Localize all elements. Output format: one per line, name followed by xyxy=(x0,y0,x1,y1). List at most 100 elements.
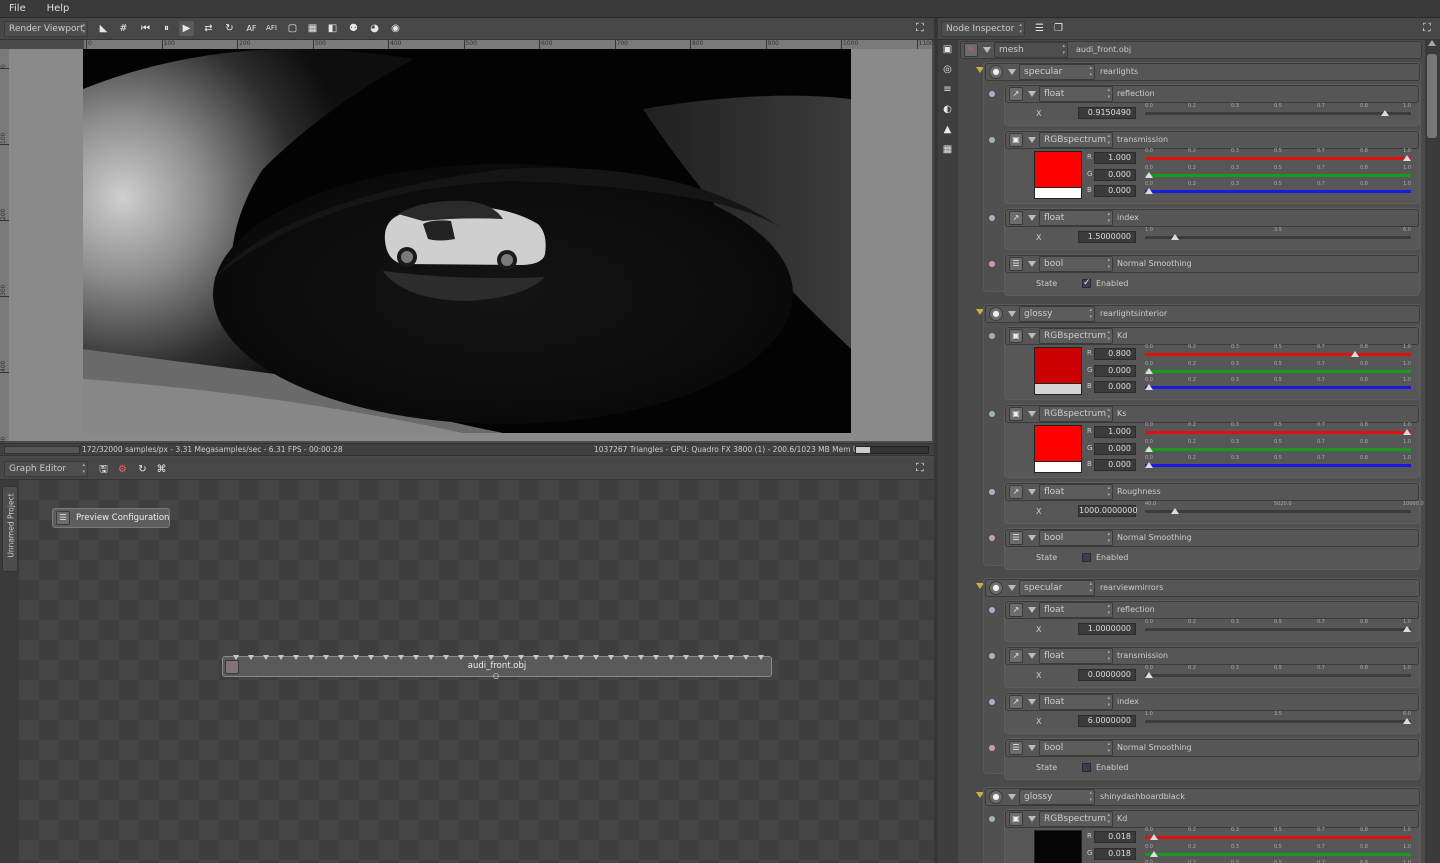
input-socket[interactable] xyxy=(458,655,464,660)
input-socket[interactable] xyxy=(563,655,569,660)
connection-dot[interactable] xyxy=(989,653,995,659)
value-field[interactable]: 1.5000000 xyxy=(1078,231,1136,243)
input-socket[interactable] xyxy=(653,655,659,660)
channel-b-slider[interactable]: 0.0 0.2 0.3 0.5 0.7 0.8 1.0 xyxy=(1145,377,1411,390)
node-type-icon[interactable]: ↗ xyxy=(1009,485,1023,499)
channel-b-field[interactable]: 0.000 xyxy=(1094,459,1136,471)
slider-thumb[interactable] xyxy=(1145,445,1153,452)
node-type-icon[interactable]: ▣ xyxy=(1009,329,1023,343)
value-field[interactable]: 0.0000000 xyxy=(1078,669,1136,681)
input-socket[interactable] xyxy=(398,655,404,660)
collapse-icon[interactable] xyxy=(983,47,991,53)
connection-dot[interactable] xyxy=(989,411,995,417)
slider-thumb[interactable] xyxy=(1145,384,1153,390)
output-socket[interactable] xyxy=(493,673,499,679)
input-socket[interactable] xyxy=(323,655,329,660)
channel-r-slider[interactable]: 0.0 0.2 0.3 0.5 0.7 0.8 1.0 xyxy=(1145,148,1411,161)
RGBspectrum-type-selector[interactable]: RGBspectrum xyxy=(1039,811,1113,827)
input-socket[interactable] xyxy=(308,655,314,660)
input-socket[interactable] xyxy=(263,655,269,660)
collapse-icon[interactable] xyxy=(1028,607,1036,613)
collapse-icon[interactable] xyxy=(1028,261,1036,267)
input-socket[interactable] xyxy=(728,655,734,660)
value-slider[interactable]: 40.0 5020.0 10000.0 xyxy=(1145,501,1424,514)
windows-icon[interactable]: ❐ xyxy=(1051,21,1066,36)
collapse-all-icon[interactable]: ☰ xyxy=(1032,21,1047,36)
input-socket[interactable] xyxy=(383,655,389,660)
node-type-icon[interactable]: ☰ xyxy=(1009,531,1023,545)
input-socket[interactable] xyxy=(338,655,344,660)
viewport-selector[interactable]: Render Viewport xyxy=(4,21,88,37)
color-swatch[interactable] xyxy=(1034,151,1082,188)
slider-thumb[interactable] xyxy=(1149,834,1158,840)
region-icon[interactable]: ◧ xyxy=(325,21,340,36)
input-socket[interactable] xyxy=(683,655,689,660)
connection-dot[interactable] xyxy=(989,489,995,495)
slider-thumb[interactable] xyxy=(1145,171,1153,178)
reload-icon[interactable]: ↻ xyxy=(135,462,150,477)
input-socket[interactable] xyxy=(668,655,674,660)
channel-g-slider[interactable]: 0.0 0.2 0.3 0.5 0.7 0.8 1.0 xyxy=(1145,439,1411,452)
mesh-node[interactable]: 🗎 audi_front.obj xyxy=(222,655,772,679)
input-socket[interactable] xyxy=(503,655,509,660)
skip-back-icon[interactable]: ⏮ xyxy=(138,21,153,36)
sphere-icon[interactable]: ◕ xyxy=(367,21,382,36)
layout-icon[interactable]: ⌘ xyxy=(154,462,169,477)
material-type-selector[interactable]: specular xyxy=(1019,64,1095,80)
af-icon[interactable]: AF xyxy=(244,21,259,36)
enabled-checkbox[interactable] xyxy=(1082,763,1091,772)
menu-file[interactable]: File xyxy=(0,0,35,17)
channel-g-field[interactable]: 0.000 xyxy=(1094,442,1136,455)
channel-g-field[interactable]: 0.018 xyxy=(1094,847,1136,860)
material-sphere-icon[interactable]: ● xyxy=(989,65,1003,79)
node-type-icon[interactable]: ☰ xyxy=(1009,741,1023,755)
enabled-checkbox[interactable] xyxy=(1082,553,1091,562)
channel-b-field[interactable]: 0.000 xyxy=(1094,381,1136,393)
RGBspectrum-type-selector[interactable]: RGBspectrum xyxy=(1039,406,1113,422)
side-material-icon[interactable]: ◎ xyxy=(940,62,955,77)
graph-selector[interactable]: Graph Editor xyxy=(4,461,88,477)
input-socket[interactable] xyxy=(743,655,749,660)
input-socket[interactable] xyxy=(413,655,419,660)
collapse-icon[interactable] xyxy=(1008,585,1016,591)
value-slider[interactable]: 0.0 0.2 0.3 0.5 0.7 0.8 1.0 xyxy=(1145,103,1411,116)
input-socket[interactable] xyxy=(698,655,704,660)
channel-g-slider[interactable]: 0.0 0.2 0.3 0.5 0.7 0.8 1.0 xyxy=(1145,844,1411,857)
slider-thumb[interactable] xyxy=(1403,429,1411,435)
input-socket[interactable] xyxy=(713,655,719,660)
slider-thumb[interactable] xyxy=(1403,718,1411,724)
scroll-up-icon[interactable] xyxy=(1428,40,1436,46)
collapse-icon[interactable] xyxy=(1008,69,1016,75)
side-image-icon[interactable]: ▣ xyxy=(940,42,955,57)
slider-thumb[interactable] xyxy=(1145,672,1153,678)
material-sphere-icon[interactable]: ● xyxy=(989,581,1003,595)
float-type-selector[interactable]: float xyxy=(1039,86,1113,102)
slider-thumb[interactable] xyxy=(1149,850,1158,857)
input-socket[interactable] xyxy=(608,655,614,660)
connection-dot[interactable] xyxy=(989,137,995,143)
input-socket[interactable] xyxy=(368,655,374,660)
slider-thumb[interactable] xyxy=(1381,110,1390,116)
connection-dot[interactable] xyxy=(989,816,995,822)
RGBspectrum-type-selector[interactable]: RGBspectrum xyxy=(1039,328,1113,344)
material-sphere-icon[interactable]: ● xyxy=(989,790,1003,804)
bool-type-selector[interactable]: bool xyxy=(1039,740,1113,756)
node-type-icon[interactable]: ☰ xyxy=(1009,257,1023,271)
collapse-icon[interactable] xyxy=(1028,745,1036,751)
node-type-icon[interactable]: ↗ xyxy=(1009,603,1023,617)
value-field[interactable]: 0.9150490 xyxy=(1078,107,1136,119)
side-grid-icon[interactable]: ▦ xyxy=(940,142,955,157)
connection-dot[interactable] xyxy=(989,745,995,751)
slider-thumb[interactable] xyxy=(1145,188,1153,194)
side-list-icon[interactable]: ≡ xyxy=(940,82,955,97)
pause-icon[interactable]: ⏸ xyxy=(159,21,174,36)
input-socket[interactable] xyxy=(293,655,299,660)
input-socket[interactable] xyxy=(233,655,239,660)
input-socket[interactable] xyxy=(758,655,764,660)
channel-r-field[interactable]: 1.000 xyxy=(1094,426,1136,438)
mesh-icon[interactable]: ✎ xyxy=(964,43,978,57)
checker-icon[interactable]: ▦ xyxy=(305,21,320,36)
material-sphere-icon[interactable]: ● xyxy=(989,307,1003,321)
channel-b-slider[interactable]: 0.0 0.2 0.3 0.5 0.7 0.8 1.0 xyxy=(1145,455,1411,468)
channel-b-field[interactable]: 0.000 xyxy=(1094,185,1136,197)
